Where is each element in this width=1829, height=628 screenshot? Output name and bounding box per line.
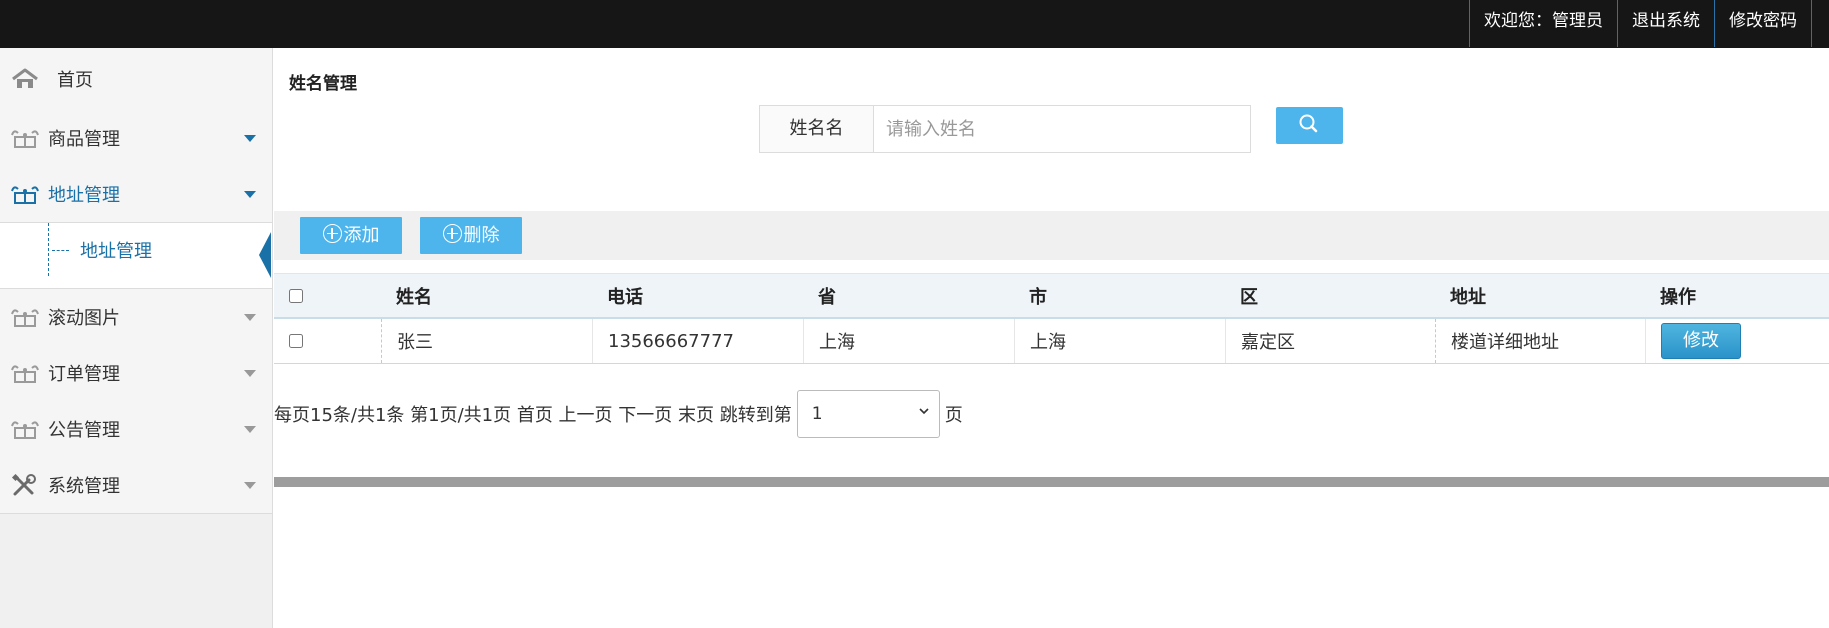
- logout-link[interactable]: 退出系统: [1617, 0, 1714, 47]
- delete-button-label: 删除: [463, 225, 500, 246]
- search-button[interactable]: [1276, 107, 1343, 144]
- sidebar-item-banner[interactable]: 滚动图片: [0, 289, 272, 346]
- table-row: 张三 13566667777 上海 上海 嘉定区 楼道详细地址 修改: [274, 319, 1829, 364]
- cell-action: 修改: [1645, 319, 1829, 363]
- toolbar: 添加 删除: [274, 211, 1829, 260]
- sidebar-item-address[interactable]: 地址管理: [0, 166, 272, 223]
- active-marker-icon: [259, 232, 271, 278]
- sidebar-subitem-label: 地址管理: [80, 241, 152, 262]
- sidebar-item-orders[interactable]: 订单管理: [0, 345, 272, 402]
- chevron-down-icon: [244, 426, 256, 433]
- sidebar-item-label: 首页: [57, 70, 93, 91]
- column-header: 区: [1240, 286, 1258, 308]
- delete-button[interactable]: 删除: [420, 217, 522, 254]
- sidebar-subitem-address[interactable]: 地址管理: [0, 223, 272, 289]
- tools-icon: [11, 474, 36, 496]
- pagination: 每页15条/共1条 第1页/共1页 首页 上一页 下一页 末页 跳转到第 1 页: [274, 389, 963, 439]
- column-header: 电话: [607, 286, 643, 308]
- gift-icon: [11, 421, 39, 439]
- main-content: 姓名管理 姓名名 添加 删除 姓名 电话 省 市 区 地址 操作: [274, 55, 1829, 628]
- home-icon: [12, 68, 38, 88]
- plus-circle-icon: [322, 224, 342, 243]
- cell-address: 楼道详细地址: [1435, 319, 1645, 363]
- sidebar-item-system[interactable]: 系统管理: [0, 457, 272, 514]
- horizontal-scrollbar[interactable]: [274, 477, 1829, 487]
- page-select[interactable]: 1: [796, 390, 940, 438]
- search-input[interactable]: [874, 106, 1244, 152]
- change-password-link[interactable]: 修改密码: [1714, 0, 1812, 47]
- row-checkbox[interactable]: [289, 334, 303, 348]
- cell-district: 嘉定区: [1225, 319, 1435, 363]
- sidebar-item-label: 订单管理: [48, 364, 120, 385]
- data-table: 姓名 电话 省 市 区 地址 操作 张三 13566667777 上海 上海 嘉…: [274, 273, 1829, 364]
- chevron-down-icon: [244, 314, 256, 321]
- sidebar-item-label: 公告管理: [48, 420, 120, 441]
- gift-icon: [11, 186, 39, 204]
- row-checkbox-cell: [274, 319, 381, 363]
- top-bar: 欢迎您：管理员 退出系统 修改密码: [0, 0, 1829, 48]
- page-select-value: 1: [811, 404, 823, 424]
- chevron-down-icon: [244, 482, 256, 489]
- chevron-down-icon: [244, 191, 256, 198]
- pagination-summary: 每页15条/共1条 第1页/共1页 首页 上一页 下一页 末页 跳转到第: [274, 405, 792, 426]
- pagination-suffix: 页: [944, 405, 963, 426]
- add-button-label: 添加: [343, 225, 380, 246]
- sidebar: 首页 商品管理 地址管理 地址管理 滚动图片 订单管理 公告管理 系统管理: [0, 48, 273, 628]
- welcome-text: 欢迎您：管理员: [1469, 0, 1617, 47]
- sidebar-item-label: 商品管理: [48, 129, 120, 150]
- column-header: 市: [1029, 286, 1047, 308]
- cell-phone: 13566667777: [592, 319, 803, 363]
- gift-icon: [11, 365, 39, 383]
- chevron-down-icon: [919, 408, 929, 415]
- sidebar-item-label: 地址管理: [48, 185, 120, 206]
- page-title: 姓名管理: [289, 74, 357, 94]
- edit-button[interactable]: 修改: [1661, 323, 1741, 359]
- search-icon: [1299, 114, 1318, 133]
- sidebar-item-label: 系统管理: [48, 476, 120, 497]
- cell-city: 上海: [1014, 319, 1225, 363]
- column-header: 地址: [1450, 286, 1486, 308]
- chevron-down-icon: [244, 135, 256, 142]
- header-checkbox-cell: [274, 274, 381, 317]
- sidebar-item-label: 滚动图片: [48, 308, 120, 329]
- tree-line: [48, 223, 49, 276]
- sidebar-item-home[interactable]: 首页: [0, 48, 272, 111]
- column-header: 操作: [1660, 286, 1696, 308]
- cell-name: 张三: [381, 319, 592, 363]
- column-header: 姓名: [396, 286, 432, 308]
- select-all-checkbox[interactable]: [289, 288, 303, 303]
- sidebar-item-notices[interactable]: 公告管理: [0, 401, 272, 458]
- tree-branch: [52, 250, 69, 251]
- search-label: 姓名名: [760, 106, 874, 152]
- add-button[interactable]: 添加: [300, 217, 402, 254]
- gift-icon: [11, 309, 39, 327]
- sidebar-item-products[interactable]: 商品管理: [0, 110, 272, 167]
- gift-icon: [11, 130, 39, 148]
- plus-circle-icon: [442, 224, 462, 243]
- chevron-down-icon: [244, 370, 256, 377]
- top-links: 欢迎您：管理员 退出系统 修改密码: [1469, 0, 1812, 47]
- search-box: 姓名名: [759, 105, 1251, 153]
- table-header: 姓名 电话 省 市 区 地址 操作: [274, 273, 1829, 319]
- column-header: 省: [818, 286, 836, 308]
- cell-province: 上海: [803, 319, 1014, 363]
